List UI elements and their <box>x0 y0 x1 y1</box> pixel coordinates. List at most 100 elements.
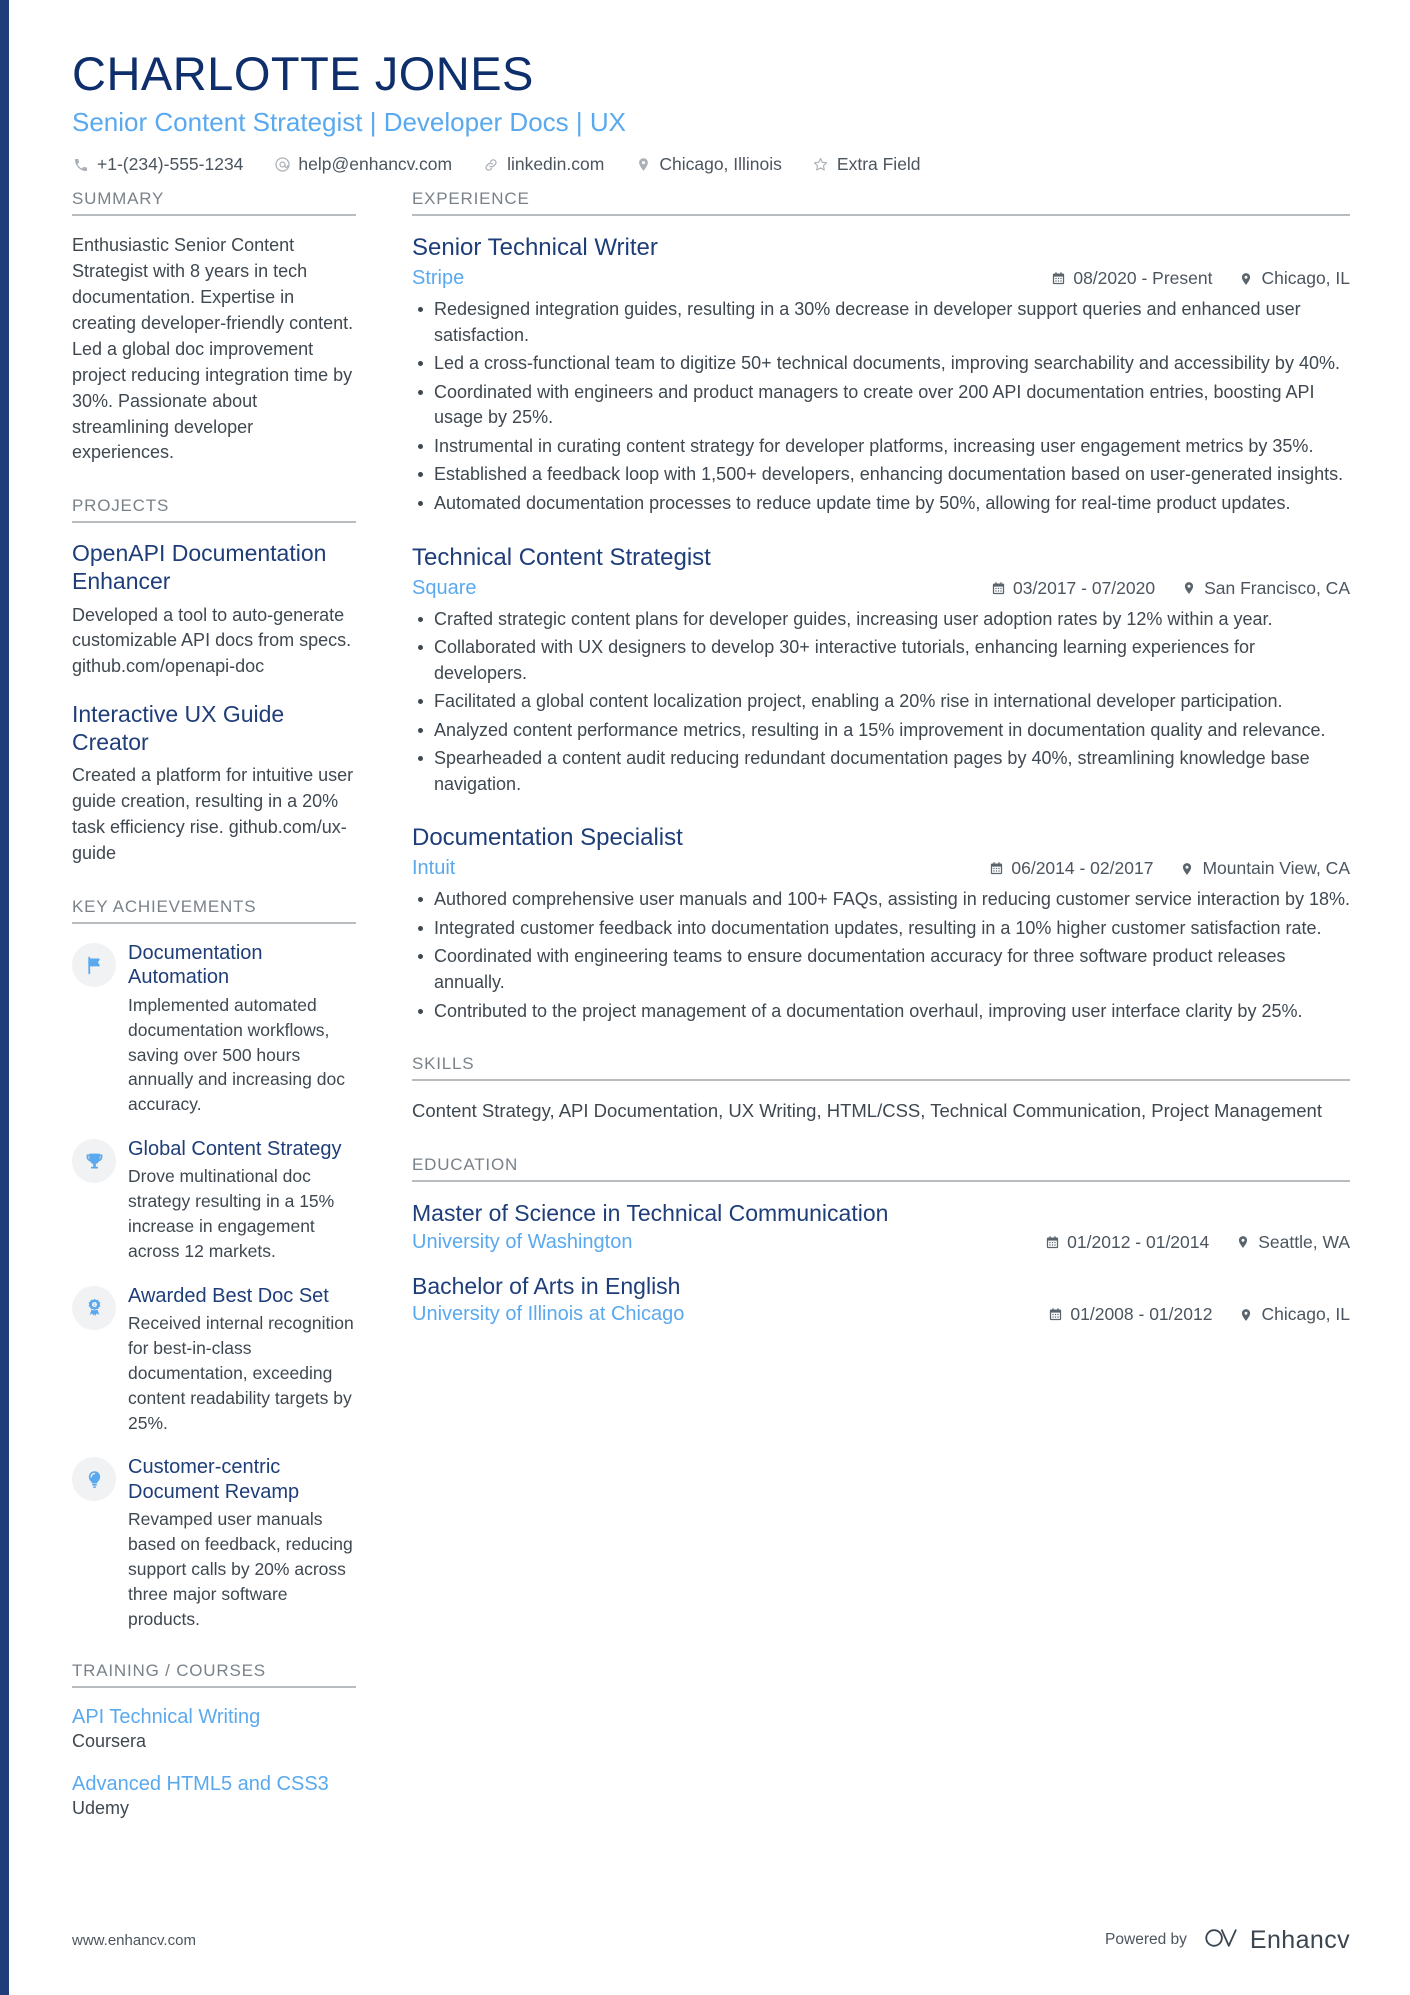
contact-location[interactable]: Chicago, Illinois <box>634 154 782 175</box>
contact-extra-field-text: Extra Field <box>836 154 921 175</box>
job-bullet: Redesigned integration guides, resulting… <box>412 297 1350 348</box>
sidebar-column: SUMMARY Enthusiastic Senior Content Stra… <box>72 189 384 1849</box>
project-description: Created a platform for intuitive user gu… <box>72 765 354 864</box>
job-bullet: Coordinated with engineers and product m… <box>412 380 1350 431</box>
email-icon <box>273 156 291 174</box>
education-item: Bachelor of Arts in English University o… <box>412 1272 1350 1327</box>
education-degree: Bachelor of Arts in English <box>412 1272 681 1299</box>
job-bullet: Spearheaded a content audit reducing red… <box>412 746 1350 797</box>
powered-by-label: Powered by <box>1105 1931 1187 1948</box>
job-bullet: Crafted strategic content plans for deve… <box>412 607 1350 633</box>
location-pin-icon <box>1238 271 1254 287</box>
job-title: Senior Technical Writer <box>412 234 658 262</box>
job-bullets: Redesigned integration guides, resulting… <box>412 297 1350 516</box>
job-company[interactable]: Stripe <box>412 267 1024 290</box>
education-school[interactable]: University of Washington <box>412 1231 1018 1254</box>
achievement-title: Global Content Strategy <box>128 1138 342 1161</box>
candidate-name: CHARLOTTE JONES <box>72 47 534 100</box>
achievement-body: Awarded Best Doc Set Received internal r… <box>128 1284 356 1436</box>
course-title[interactable]: Advanced HTML5 and CSS3 <box>72 1772 356 1797</box>
contact-row: +1-(234)-555-1234 help@enhancv.com linke… <box>72 154 1350 189</box>
skills-list: Content Strategy, API Documentation, UX … <box>412 1100 1322 1122</box>
enhancv-logo[interactable]: Enhancv <box>1201 1925 1350 1956</box>
resume-body: SUMMARY Enthusiastic Senior Content Stra… <box>0 189 1410 1849</box>
experience-item: Documentation Specialist Intuit 06/2014 … <box>412 823 1350 1024</box>
section-heading-projects: PROJECTS <box>72 496 356 524</box>
achievement-title: Awarded Best Doc Set <box>128 1284 329 1307</box>
achievement-body: Customer-centric Document Revamp Revampe… <box>128 1455 356 1631</box>
calendar-icon <box>988 861 1004 877</box>
project-item: Interactive UX Guide Creator Created a p… <box>72 701 356 867</box>
location-pin-icon <box>1235 1234 1251 1250</box>
section-training-courses: TRAINING / COURSES API Technical Writing… <box>72 1661 356 1819</box>
education-school[interactable]: University of Illinois at Chicago <box>412 1303 1021 1326</box>
course-item: Advanced HTML5 and CSS3 Udemy <box>72 1772 356 1819</box>
job-company[interactable]: Square <box>412 577 964 600</box>
project-title[interactable]: Interactive UX Guide Creator <box>72 701 356 756</box>
flag-icon <box>72 943 116 988</box>
achievement-title: Documentation Automation <box>128 942 263 989</box>
job-location: San Francisco, CA <box>1181 578 1350 599</box>
lightbulb-icon <box>72 1457 116 1502</box>
job-location-text: San Francisco, CA <box>1204 577 1350 598</box>
education-meta-row: University of Washington 01/2012 - 01/20… <box>412 1231 1350 1254</box>
job-dates-text: 08/2020 - Present <box>1073 268 1213 289</box>
location-pin-icon <box>1181 580 1197 596</box>
resume-header: CHARLOTTE JONES Senior Content Strategis… <box>0 0 1410 189</box>
enhancv-mark-icon <box>1201 1925 1241 1956</box>
contact-extra-field[interactable]: Extra Field <box>812 154 921 175</box>
education-location-text: Seattle, WA <box>1258 1231 1350 1252</box>
job-bullet: Authored comprehensive user manuals and … <box>412 887 1350 913</box>
education-location: Seattle, WA <box>1235 1232 1350 1253</box>
link-icon <box>482 156 500 174</box>
education-dates-text: 01/2012 - 01/2014 <box>1067 1231 1210 1252</box>
job-location-text: Mountain View, CA <box>1202 858 1350 879</box>
job-dates: 03/2017 - 07/2020 <box>990 578 1155 599</box>
contact-phone-text: +1-(234)-555-1234 <box>97 154 244 175</box>
job-bullet: Collaborated with UX designers to develo… <box>412 635 1350 686</box>
course-provider: Udemy <box>72 1798 130 1819</box>
course-title[interactable]: API Technical Writing <box>72 1705 356 1730</box>
job-dates-text: 03/2017 - 07/2020 <box>1013 577 1156 598</box>
job-bullet: Coordinated with engineering teams to en… <box>412 944 1350 995</box>
job-bullet: Led a cross-functional team to digitize … <box>412 351 1350 377</box>
experience-item: Senior Technical Writer Stripe 08/2020 -… <box>412 233 1350 516</box>
job-title: Documentation Specialist <box>412 824 683 852</box>
section-heading-education: EDUCATION <box>412 1155 1350 1182</box>
location-pin-icon <box>1179 861 1195 877</box>
phone-icon <box>72 156 90 174</box>
section-projects: PROJECTS OpenAPI Documentation Enhancer … <box>72 496 356 867</box>
enhancv-wordmark: Enhancv <box>1249 1925 1350 1954</box>
trophy-icon <box>72 1139 116 1184</box>
calendar-icon <box>1047 1307 1063 1323</box>
achievement-item: Global Content Strategy Drove multinatio… <box>72 1137 356 1264</box>
job-meta-row: Stripe 08/2020 - Present Chicago, IL <box>412 267 1350 290</box>
job-bullet: Instrumental in curating content strateg… <box>412 434 1350 460</box>
job-bullets: Crafted strategic content plans for deve… <box>412 607 1350 798</box>
job-location-text: Chicago, IL <box>1261 268 1350 289</box>
calendar-icon <box>1050 271 1066 287</box>
job-dates-text: 06/2014 - 02/2017 <box>1011 858 1154 879</box>
contact-linkedin[interactable]: linkedin.com <box>482 154 604 175</box>
job-bullet: Integrated customer feedback into docume… <box>412 916 1350 942</box>
experience-item: Technical Content Strategist Square 03/2… <box>412 543 1350 798</box>
education-location: Chicago, IL <box>1238 1304 1350 1325</box>
section-heading-achievements: KEY ACHIEVEMENTS <box>72 897 356 925</box>
contact-email[interactable]: help@enhancv.com <box>273 154 452 175</box>
job-bullet: Automated documentation processes to red… <box>412 491 1350 517</box>
job-meta-row: Square 03/2017 - 07/2020 San Francisco, <box>412 577 1350 600</box>
project-title[interactable]: OpenAPI Documentation Enhancer <box>72 540 356 595</box>
achievement-title: Customer-centric Document Revamp <box>128 1456 300 1503</box>
job-dates: 06/2014 - 02/2017 <box>988 858 1153 879</box>
achievement-item: Documentation Automation Implemented aut… <box>72 941 356 1117</box>
star-icon <box>812 156 830 174</box>
section-summary: SUMMARY Enthusiastic Senior Content Stra… <box>72 189 356 466</box>
contact-phone[interactable]: +1-(234)-555-1234 <box>72 154 243 175</box>
footer-website-url[interactable]: www.enhancv.com <box>72 1932 196 1949</box>
resume-footer: www.enhancv.com Powered by Enhancv <box>0 1885 1410 1995</box>
job-dates: 08/2020 - Present <box>1050 268 1212 289</box>
location-pin-icon <box>1238 1307 1254 1323</box>
achievement-body: Documentation Automation Implemented aut… <box>128 941 356 1117</box>
job-company[interactable]: Intuit <box>412 857 962 880</box>
education-item: Master of Science in Technical Communica… <box>412 1199 1350 1254</box>
